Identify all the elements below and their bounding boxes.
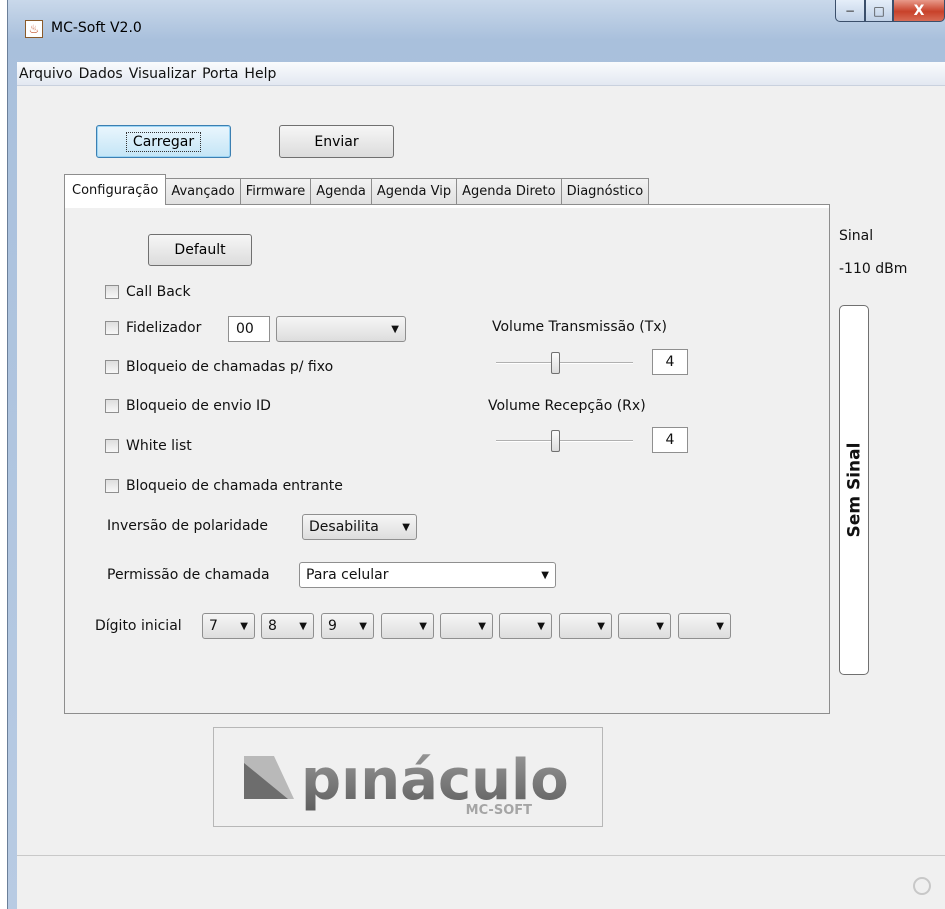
block-id-option[interactable]: Bloqueio de envio ID (105, 398, 271, 414)
vol-tx-slider-thumb[interactable] (551, 352, 560, 374)
vol-rx-slider[interactable] (496, 428, 633, 454)
call-permission-select[interactable]: Para celular ▼ (299, 562, 556, 588)
digit-select-9[interactable]: ▼ (678, 613, 731, 639)
callback-checkbox[interactable] (105, 285, 119, 299)
block-id-checkbox[interactable] (105, 399, 119, 413)
tab-diagnostico[interactable]: Diagnóstico (560, 178, 650, 204)
fidelizador-input[interactable]: 00 (228, 316, 270, 342)
digit-select-7[interactable]: ▼ (559, 613, 612, 639)
signal-status: Sem Sinal (844, 442, 865, 538)
chevron-down-icon: ▼ (359, 620, 367, 632)
logo-sub: MC-SOFT (466, 803, 532, 818)
polarity-select[interactable]: Desabilita ▼ (302, 514, 417, 540)
chevron-down-icon: ▼ (391, 323, 399, 335)
tab-agenda[interactable]: Agenda (310, 178, 372, 204)
chevron-down-icon: ▼ (537, 620, 545, 632)
whitelist-label: White list (126, 438, 192, 454)
tab-agenda-direto[interactable]: Agenda Direto (456, 178, 562, 204)
send-button[interactable]: Enviar (279, 125, 394, 158)
tab-agenda-vip[interactable]: Agenda Vip (370, 178, 458, 204)
digit-select-1[interactable]: 7 ▼ (202, 613, 255, 639)
tab-avancado[interactable]: Avançado (165, 178, 241, 204)
block-incoming-checkbox[interactable] (105, 479, 119, 493)
chevron-down-icon: ▼ (478, 620, 486, 632)
block-fixed-label: Bloqueio de chamadas p/ fixo (126, 359, 334, 375)
digit-select-2[interactable]: 8 ▼ (261, 613, 314, 639)
menu-help[interactable]: Help (242, 66, 278, 82)
fidelizador-checkbox[interactable] (105, 321, 119, 335)
digit-select-8[interactable]: ▼ (618, 613, 671, 639)
menu-arquivo[interactable]: Arquivo (17, 66, 75, 82)
digit-select-3[interactable]: 9 ▼ (321, 613, 374, 639)
config-panel: Default Call Back Fidelizador 00 ▼ Bloqu… (64, 204, 830, 714)
close-button[interactable]: X (893, 0, 945, 22)
fidelizador-option[interactable]: Fidelizador (105, 320, 201, 336)
busy-indicator-icon (913, 877, 931, 895)
load-button[interactable]: Carregar (96, 125, 231, 158)
chevron-down-icon: ▼ (716, 620, 724, 632)
initial-digit-label: Dígito inicial (95, 618, 182, 634)
pinaculo-logo-graphic: pınáculo MC-SOFT (244, 748, 569, 818)
digit-select-1-value: 7 (209, 618, 218, 634)
fidelizador-label: Fidelizador (126, 320, 202, 336)
window-title: MC-Soft V2.0 (51, 20, 142, 36)
load-button-label: Carregar (125, 131, 202, 152)
call-permission-select-value: Para celular (306, 567, 389, 583)
title-bar: ♨ MC-Soft V2.0 − □ X (7, 0, 945, 62)
client-area: Arquivo Dados Visualizar Porta Help Carr… (17, 62, 945, 909)
whitelist-checkbox[interactable] (105, 439, 119, 453)
chevron-down-icon: ▼ (656, 620, 664, 632)
digit-select-2-value: 8 (268, 618, 277, 634)
polarity-label: Inversão de polaridade (107, 518, 269, 534)
menu-porta[interactable]: Porta (200, 66, 240, 82)
polarity-select-value: Desabilita (309, 519, 379, 535)
call-permission-label: Permissão de chamada (107, 567, 270, 583)
vol-tx-slider[interactable] (496, 350, 633, 376)
whitelist-option[interactable]: White list (105, 438, 192, 454)
signal-dbm: -110 dBm (839, 261, 908, 277)
tab-bar: Configuração Avançado Firmware Agenda Ag… (64, 174, 650, 205)
java-app-icon: ♨ (25, 20, 43, 38)
pinaculo-logo: pınáculo MC-SOFT (213, 727, 603, 827)
block-fixed-option[interactable]: Bloqueio de chamadas p/ fixo (105, 359, 333, 375)
chevron-down-icon: ▼ (541, 569, 549, 581)
minimize-button[interactable]: − (835, 0, 865, 22)
chevron-down-icon: ▼ (419, 620, 427, 632)
chevron-down-icon: ▼ (402, 521, 410, 533)
fidelizador-select[interactable]: ▼ (276, 316, 406, 342)
digit-select-5[interactable]: ▼ (440, 613, 493, 639)
block-incoming-label: Bloqueio de chamada entrante (126, 478, 343, 494)
block-incoming-option[interactable]: Bloqueio de chamada entrante (105, 478, 343, 494)
block-fixed-checkbox[interactable] (105, 360, 119, 374)
tab-configuracao[interactable]: Configuração (64, 174, 167, 205)
digit-select-6[interactable]: ▼ (499, 613, 552, 639)
signal-label: Sinal (839, 228, 874, 244)
chevron-down-icon: ▼ (299, 620, 307, 632)
callback-option[interactable]: Call Back (105, 284, 191, 300)
chevron-down-icon: ▼ (240, 620, 248, 632)
digit-select-4[interactable]: ▼ (381, 613, 434, 639)
vol-tx-value[interactable]: 4 (652, 349, 688, 375)
menu-bar: Arquivo Dados Visualizar Porta Help (17, 62, 945, 86)
chevron-down-icon: ▼ (597, 620, 605, 632)
vol-tx-label: Volume Transmissão (Tx) (492, 319, 667, 335)
tab-firmware[interactable]: Firmware (239, 178, 312, 204)
digit-select-3-value: 9 (328, 618, 337, 634)
menu-visualizar[interactable]: Visualizar (127, 66, 198, 82)
status-bar (17, 855, 945, 909)
vol-rx-label: Volume Recepção (Rx) (488, 398, 646, 414)
maximize-button[interactable]: □ (865, 0, 893, 22)
menu-dados[interactable]: Dados (77, 66, 125, 82)
block-id-label: Bloqueio de envio ID (126, 398, 271, 414)
signal-meter: Sem Sinal (839, 305, 869, 675)
callback-label: Call Back (126, 284, 191, 300)
vol-rx-slider-thumb[interactable] (551, 430, 560, 452)
default-button[interactable]: Default (148, 234, 252, 266)
vol-rx-value[interactable]: 4 (652, 427, 688, 453)
